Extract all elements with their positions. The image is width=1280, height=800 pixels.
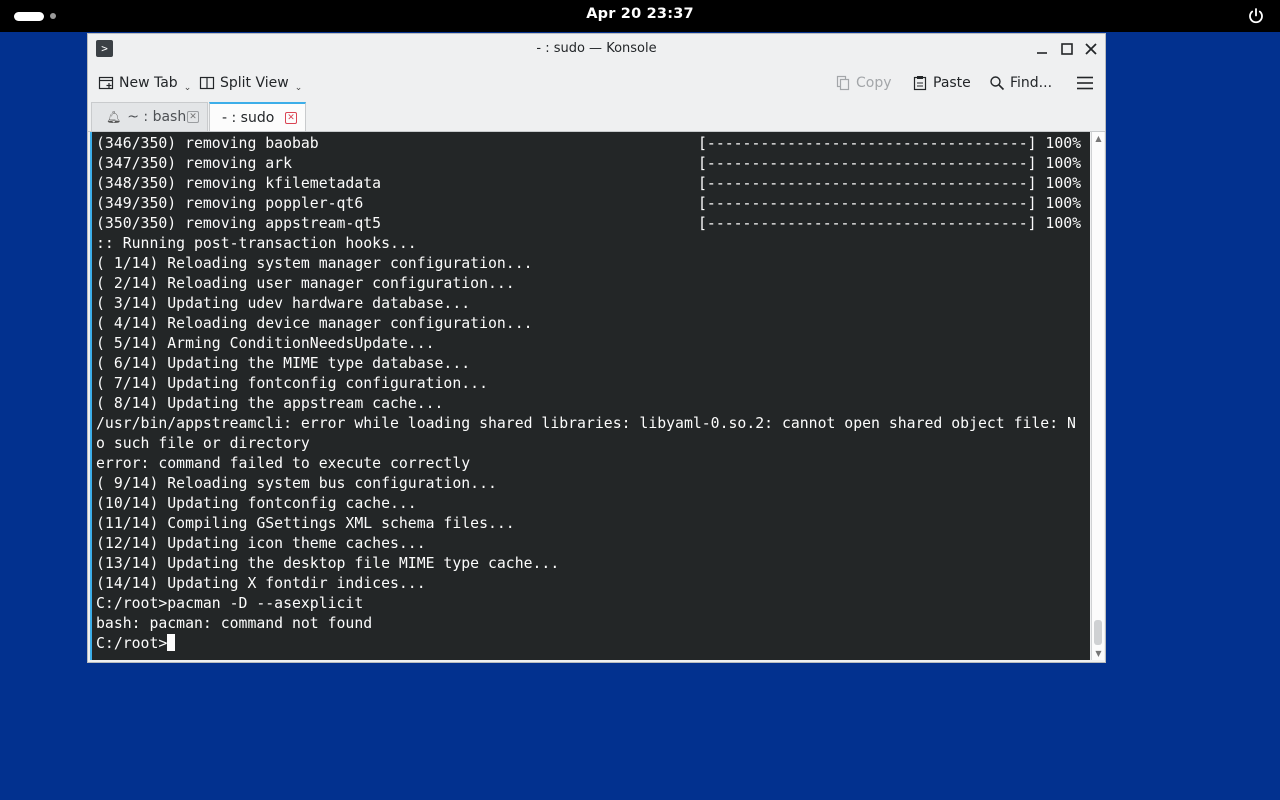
progress-bar: [------------------------------------] 1… [698,215,1082,232]
tab-bash[interactable]: 🔔︎ ~ : bash ✕ [91,102,208,131]
terminal-line: ( 9/14) Reloading system bus configurati… [96,475,497,492]
progress-bar: [------------------------------------] 1… [698,135,1082,152]
progress-bar: [------------------------------------] 1… [698,175,1082,192]
terminal-line: (10/14) Updating fontconfig cache... [96,495,417,512]
minimize-icon[interactable] [1033,40,1051,58]
copy-label: Copy [856,75,892,91]
terminal-line: bash: pacman: command not found [96,615,373,632]
terminal-line: :: Running post-transaction hooks... [96,235,417,252]
terminal-line: C:/root>pacman -D --asexplicit [96,595,364,612]
find-label: Find... [1010,75,1053,91]
terminal-line: ( 3/14) Updating udev hardware database.… [96,295,471,312]
terminal-line: (11/14) Compiling GSettings XML schema f… [96,515,515,532]
terminal-scrollbar[interactable]: ▲ ▼ [1091,132,1104,660]
paste-label: Paste [933,75,971,91]
terminal-line: ( 4/14) Reloading device manager configu… [96,315,533,332]
clock[interactable]: Apr 20 23:37 [0,6,1280,22]
toolbar: New Tab ⌄ Split View ⌄ Copy Paste Find..… [88,64,1105,100]
terminal-output[interactable]: (346/350) removing baobab (347/350) remov… [90,132,1090,660]
window-title: - : sudo — Konsole [536,41,657,56]
paste-button[interactable]: Paste [912,72,971,94]
tab-label: ~ : bash [127,109,187,125]
terminal-line: (14/14) Updating X fontdir indices... [96,575,426,592]
prompt: C:/root> [96,635,168,652]
hamburger-menu-button[interactable] [1076,72,1094,94]
konsole-window: > - : sudo — Konsole New Tab ⌄ Split Vie… [87,33,1106,663]
copy-icon [836,75,850,91]
scroll-down-icon[interactable]: ▼ [1094,649,1103,658]
title-bar[interactable]: > - : sudo — Konsole [88,34,1105,64]
find-button[interactable]: Find... [989,72,1052,94]
tab-bar: 🔔︎ ~ : bash ✕ - : sudo ✕ [88,100,1105,132]
progress-bar: [------------------------------------] 1… [698,195,1082,212]
close-icon[interactable] [1082,40,1100,58]
new-tab-label: New Tab [119,75,178,91]
dropdown-arrow-icon: ⌄ [183,83,192,93]
dropdown-arrow-icon: ⌄ [294,83,303,93]
text-cursor [167,634,176,651]
terminal-line: /usr/bin/appstreamcli: error while loadi… [96,415,1076,432]
copy-button[interactable]: Copy [835,72,892,94]
new-tab-button[interactable]: New Tab ⌄ [98,72,191,94]
terminal-line: (12/14) Updating icon theme caches... [96,535,426,552]
terminal-line: (13/14) Updating the desktop file MIME t… [96,555,560,572]
close-tab-icon[interactable]: ✕ [187,111,199,123]
tab-label: - : sudo [222,109,275,126]
terminal-line: ( 8/14) Updating the appstream cache... [96,395,444,412]
scroll-up-icon[interactable]: ▲ [1094,134,1103,143]
new-tab-icon [98,76,114,90]
terminal-line: ( 6/14) Updating the MIME type database.… [96,355,471,372]
split-view-button[interactable]: Split View ⌄ [199,72,302,94]
progress-bar: [------------------------------------] 1… [698,155,1082,172]
terminal-prompt-line[interactable]: C:/root> [96,634,1076,654]
bell-icon: 🔔︎ [106,110,122,124]
terminal-line: ( 2/14) Reloading user manager configura… [96,275,515,292]
maximize-icon[interactable] [1058,40,1076,58]
terminal-line: ( 7/14) Updating fontconfig configuratio… [96,375,488,392]
top-bar: Apr 20 23:37 [0,0,1280,32]
split-view-icon [199,76,215,90]
paste-icon [913,76,927,91]
terminal-line: ( 1/14) Reloading system manager configu… [96,255,533,272]
terminal-line: o such file or directory [96,435,310,452]
close-tab-icon[interactable]: ✕ [285,111,297,124]
tab-sudo[interactable]: - : sudo ✕ [209,102,306,131]
hamburger-menu-icon [1077,76,1093,90]
split-view-label: Split View [220,75,289,91]
scrollbar-thumb[interactable] [1094,620,1102,645]
terminal-line: ( 5/14) Arming ConditionNeedsUpdate... [96,335,435,352]
search-icon [990,76,1005,91]
terminal-line: error: command failed to execute correct… [96,455,471,472]
power-icon[interactable] [1247,7,1265,25]
